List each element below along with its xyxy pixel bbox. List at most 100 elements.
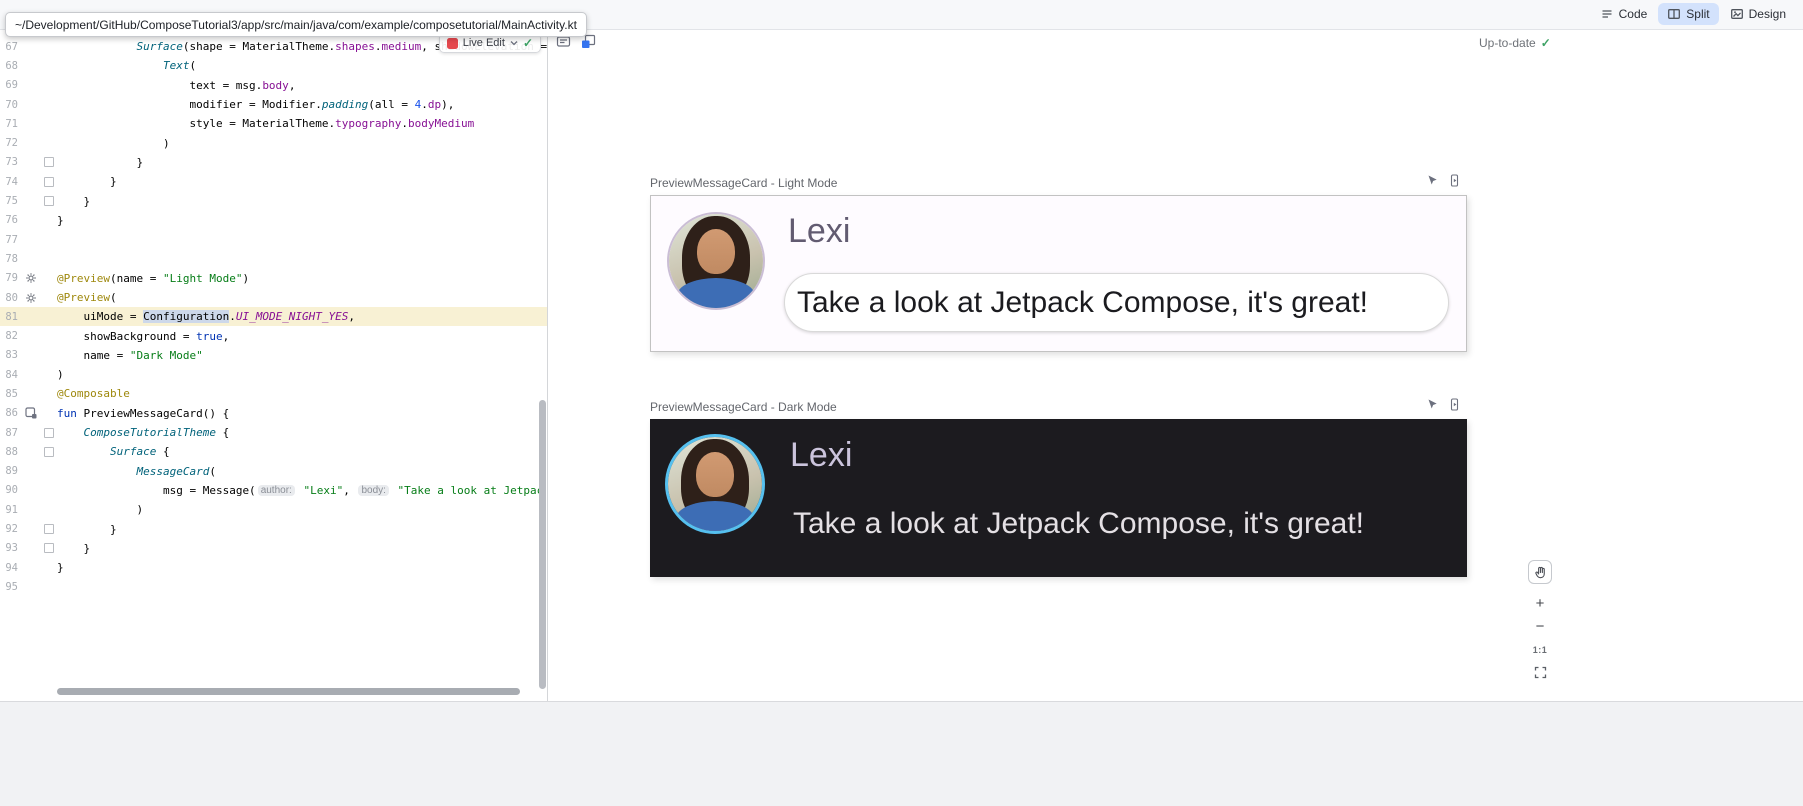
line-number: 70 [0, 99, 18, 111]
code-text: } [57, 523, 547, 536]
code-line[interactable]: 70 modifier = Modifier.padding(all = 4.d… [0, 95, 547, 114]
pan-button[interactable] [1528, 560, 1552, 584]
view-mode-split[interactable]: Split [1658, 3, 1718, 25]
code-line[interactable]: 94} [0, 558, 547, 577]
preview-card-dark[interactable]: Lexi Take a look at Jetpack Compose, it'… [650, 419, 1467, 577]
fold-marker[interactable] [44, 447, 57, 457]
preview-settings-gear-icon[interactable] [18, 272, 44, 284]
code-text: modifier = Modifier.padding(all = 4.dp), [57, 98, 547, 111]
fold-marker[interactable] [44, 543, 57, 553]
code-line[interactable]: 88 Surface { [0, 442, 547, 461]
file-path-text: ~/Development/GitHub/ComposeTutorial3/ap… [15, 18, 577, 32]
code-line[interactable]: 87 ComposeTutorialTheme { [0, 423, 547, 442]
run-preview-icon[interactable] [1448, 174, 1461, 187]
interactive-mode-icon[interactable] [1426, 174, 1439, 187]
line-number: 84 [0, 369, 18, 381]
code-lines: 67 Surface(shape = MaterialTheme.shapes.… [0, 37, 547, 597]
code-line[interactable]: 82 showBackground = true, [0, 326, 547, 345]
preview-status-text: Up-to-date [1479, 36, 1536, 50]
message-text: Take a look at Jetpack Compose, it's gre… [797, 274, 1368, 331]
line-number: 93 [0, 542, 18, 554]
code-text: Surface { [57, 445, 547, 458]
fold-marker[interactable] [44, 177, 57, 187]
zoom-out-button[interactable]: − [1528, 615, 1552, 638]
view-mode-design[interactable]: Design [1721, 3, 1795, 25]
avatar [668, 437, 762, 531]
code-line[interactable]: 81 uiMode = Configuration.UI_MODE_NIGHT_… [0, 307, 547, 326]
code-line[interactable]: 90 msg = Message(author: "Lexi", body: "… [0, 481, 547, 500]
code-line[interactable]: 68 Text( [0, 56, 547, 75]
code-line[interactable]: 79@Preview(name = "Light Mode") [0, 269, 547, 288]
line-number: 83 [0, 349, 18, 361]
code-text: } [57, 156, 547, 169]
line-number: 74 [0, 176, 18, 188]
line-number: 79 [0, 272, 18, 284]
code-line[interactable]: 78 [0, 249, 547, 268]
code-text: name = "Dark Mode" [57, 349, 547, 362]
avatar-torso [676, 501, 755, 531]
zoom-in-button[interactable]: + [1528, 592, 1552, 615]
code-line[interactable]: 86fun PreviewMessageCard() { [0, 404, 547, 423]
code-text: } [57, 561, 547, 574]
message-text: Take a look at Jetpack Compose, it's gre… [793, 507, 1364, 541]
view-mode-code[interactable]: Code [1591, 3, 1657, 25]
code-line[interactable]: 72 ) [0, 133, 547, 152]
preview-zoom-controls: + − 1:1 [1528, 560, 1552, 684]
zoom-fit-button[interactable] [1528, 661, 1552, 684]
code-line[interactable]: 69 text = msg.body, [0, 76, 547, 95]
run-preview-gutter-icon[interactable] [18, 407, 44, 419]
code-text: } [57, 175, 547, 188]
code-line[interactable]: 85@Composable [0, 384, 547, 403]
code-line[interactable]: 83 name = "Dark Mode" [0, 346, 547, 365]
code-text: } [57, 195, 547, 208]
code-editor-pane[interactable]: 67 Surface(shape = MaterialTheme.shapes.… [0, 30, 547, 701]
code-line[interactable]: 91 ) [0, 500, 547, 519]
code-line[interactable]: 92 } [0, 519, 547, 538]
line-number: 89 [0, 465, 18, 477]
preview-card-light[interactable]: Lexi Take a look at Jetpack Compose, it'… [650, 195, 1467, 352]
run-preview-icon[interactable] [1448, 398, 1461, 411]
line-number: 87 [0, 427, 18, 439]
editor-vertical-scrollbar[interactable] [539, 400, 546, 689]
avatar-face [697, 229, 735, 274]
code-line[interactable]: 75 } [0, 191, 547, 210]
code-line[interactable]: 74 } [0, 172, 547, 191]
editor-horizontal-scrollbar[interactable] [57, 688, 520, 695]
line-number: 80 [0, 292, 18, 304]
avatar-face [696, 452, 734, 497]
message-bubble: Take a look at Jetpack Compose, it's gre… [784, 273, 1449, 332]
code-line[interactable]: 93 } [0, 539, 547, 558]
code-line[interactable]: 76} [0, 211, 547, 230]
code-text: ) [57, 368, 547, 381]
code-line[interactable]: 73 } [0, 153, 547, 172]
code-line[interactable]: 77 [0, 230, 547, 249]
code-text: ComposeTutorialTheme { [57, 426, 547, 439]
line-number: 82 [0, 330, 18, 342]
code-line[interactable]: 84) [0, 365, 547, 384]
line-number: 77 [0, 234, 18, 246]
main-content: 67 Surface(shape = MaterialTheme.shapes.… [0, 30, 1803, 701]
preview-title-actions [1426, 174, 1461, 187]
line-number: 92 [0, 523, 18, 535]
split-view-icon [1667, 7, 1681, 21]
fold-marker[interactable] [44, 157, 57, 167]
live-edit-status-icon [447, 38, 458, 49]
file-path-breadcrumb[interactable]: ~/Development/GitHub/ComposeTutorial3/ap… [5, 12, 587, 37]
fold-marker[interactable] [44, 524, 57, 534]
code-line[interactable]: 71 style = MaterialTheme.typography.body… [0, 114, 547, 133]
code-text: showBackground = true, [57, 330, 547, 343]
chevron-down-icon [510, 40, 518, 46]
preview-settings-gear-icon[interactable] [18, 292, 44, 304]
view-mode-label: Split [1686, 7, 1709, 21]
code-line[interactable]: 80@Preview( [0, 288, 547, 307]
code-line[interactable]: 95 [0, 577, 547, 596]
interactive-mode-icon[interactable] [1426, 398, 1439, 411]
preview-sync-status[interactable]: Up-to-date ✓ [1479, 36, 1551, 50]
fold-marker[interactable] [44, 428, 57, 438]
fold-marker[interactable] [44, 196, 57, 206]
preview-title-actions [1426, 398, 1461, 411]
code-text: text = msg.body, [57, 79, 547, 92]
zoom-actual-button[interactable]: 1:1 [1528, 638, 1552, 661]
author-name: Lexi [788, 211, 850, 252]
code-line[interactable]: 89 MessageCard( [0, 462, 547, 481]
